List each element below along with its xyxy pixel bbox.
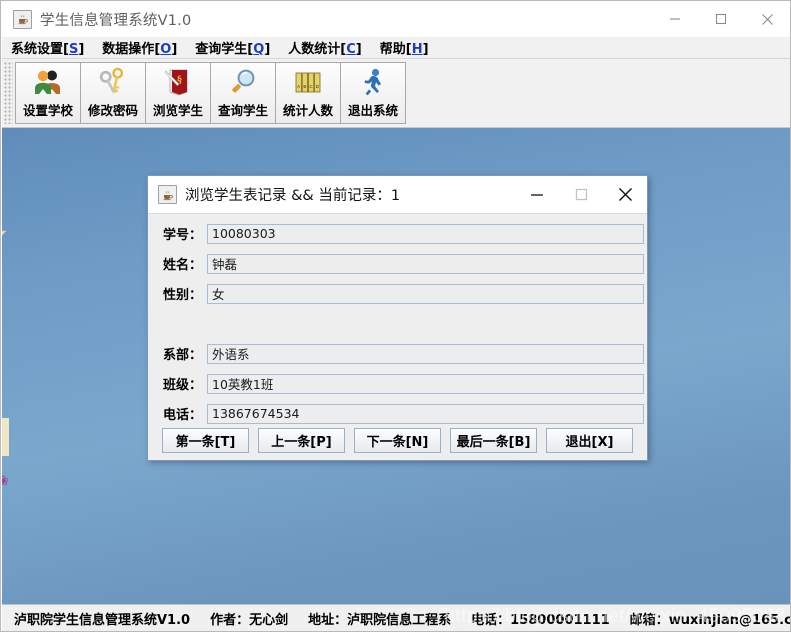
minimize-button[interactable] xyxy=(652,1,698,37)
menu-mnemonic: S xyxy=(68,42,79,57)
menu-label: 人数统计 xyxy=(288,42,341,57)
toolbar-button-set-school[interactable]: 设置学校 xyxy=(15,62,81,124)
last-record-button[interactable]: 最后一条[B] xyxy=(450,428,537,453)
field-row-gender: 性别： 女 xyxy=(148,283,647,304)
desktop-icon-partial xyxy=(2,418,9,456)
status-phone-label: 电话： xyxy=(471,613,511,628)
desktop-icon-partial: ❀ xyxy=(2,473,9,489)
student-id-input[interactable]: 10080303 xyxy=(207,223,644,244)
menu-bar: 系统设置[S] 数据操作[O] 查询学生[Q] 人数统计[C] 帮助[H] xyxy=(2,37,790,59)
menu-mnemonic: Q xyxy=(253,42,265,57)
status-phone: 15800001111 xyxy=(510,613,610,628)
toolbar-button-query-student[interactable]: 查询学生 xyxy=(210,62,276,124)
main-title-bar: 学生信息管理系统V1.0 xyxy=(1,1,790,37)
menu-mnemonic: C xyxy=(346,42,356,57)
status-bar-text: 泸职院学生信息管理系统V1.0 作者：无心剑 地址：泸职院信息工程系 电话：15800… xyxy=(14,609,790,628)
application-window: 学生信息管理系统V1.0 系统设置[S] 数据操作[O] 查询学生[Q] 人数统… xyxy=(0,0,791,632)
close-button[interactable] xyxy=(744,1,790,37)
menu-item-query-student[interactable]: 查询学生[Q] xyxy=(186,38,279,57)
status-app-name: 泸职院学生信息管理系统V1.0 xyxy=(14,613,191,628)
field-row-name: 姓名： 钟磊 xyxy=(148,253,647,274)
menu-label: 数据操作 xyxy=(102,42,155,57)
menu-mnemonic: O xyxy=(160,42,172,57)
status-bar: 泸职院学生信息管理系统V1.0 作者：无心剑 地址：泸职院信息工程系 电话：15800… xyxy=(2,604,790,631)
dialog-maximize-button xyxy=(559,176,603,214)
dialog-window-controls xyxy=(515,176,647,214)
status-author: 无心剑 xyxy=(249,613,289,628)
exit-dialog-button[interactable]: 退出[X] xyxy=(546,428,633,453)
svg-text:B: B xyxy=(303,84,306,89)
previous-record-button[interactable]: 上一条[P] xyxy=(258,428,345,453)
status-email: wuxinjian@165.com xyxy=(668,613,790,628)
toolbar-button-label: 退出系统 xyxy=(347,103,398,118)
field-row-phone: 电话： 13867674534 xyxy=(148,403,647,424)
dialog-minimize-button[interactable] xyxy=(515,176,559,214)
browse-student-dialog: 浏览学生表记录 && 当前记录：1 学号： 10080303 姓名： 钟磊 性别… xyxy=(147,175,648,461)
menu-item-count-statistics[interactable]: 人数统计[C] xyxy=(279,38,370,57)
status-author-label: 作者： xyxy=(210,613,250,628)
field-label: 学号： xyxy=(162,228,202,243)
toolbar-button-label: 修改密码 xyxy=(87,103,138,118)
magnifier-icon xyxy=(228,66,258,98)
gender-input[interactable]: 女 xyxy=(207,283,644,304)
java-coffee-cup-icon xyxy=(13,9,32,29)
two-users-icon xyxy=(33,66,63,98)
keys-icon xyxy=(98,66,128,98)
dialog-body: 学号： 10080303 姓名： 钟磊 性别： 女 系部： 外语系 班级： 10… xyxy=(148,214,647,460)
field-label: 电话： xyxy=(162,408,202,423)
menu-item-help[interactable]: 帮助[H] xyxy=(371,38,438,57)
menu-label: 帮助 xyxy=(379,42,406,57)
java-coffee-cup-icon xyxy=(158,185,177,204)
field-label: 班级： xyxy=(162,378,202,393)
desktop-icon-partial: ◤ xyxy=(2,228,6,241)
window-controls xyxy=(652,1,790,37)
toolbar-button-count-statistics[interactable]: A B C D 统计人数 xyxy=(275,62,341,124)
toolbar-button-label: 浏览学生 xyxy=(152,103,203,118)
field-label: 姓名： xyxy=(162,258,202,273)
field-label: 性别： xyxy=(162,288,202,303)
dialog-close-button[interactable] xyxy=(603,176,647,214)
first-record-button[interactable]: 第一条[T] xyxy=(162,428,249,453)
phone-input[interactable]: 13867674534 xyxy=(207,403,644,424)
dialog-button-row: 第一条[T] 上一条[P] 下一条[N] 最后一条[B] 退出[X] xyxy=(148,428,647,453)
red-book-quill-icon: § xyxy=(163,66,193,98)
toolbar-button-browse-student[interactable]: § 浏览学生 xyxy=(145,62,211,124)
dialog-title: 浏览学生表记录 && 当前记录：1 xyxy=(185,188,401,204)
field-row-student-id: 学号： 10080303 xyxy=(148,223,647,244)
status-address: 泸职院信息工程系 xyxy=(347,613,452,628)
menu-label: 查询学生 xyxy=(195,42,248,57)
toolbar-button-label: 统计人数 xyxy=(282,103,333,118)
status-address-label: 地址： xyxy=(308,613,348,628)
main-window-title: 学生信息管理系统V1.0 xyxy=(40,12,192,29)
field-label: 系部： xyxy=(162,348,202,363)
menu-label: 系统设置 xyxy=(11,42,64,57)
status-email-label: 邮箱： xyxy=(629,613,669,628)
field-row-class: 班级： 10英教1班 xyxy=(148,373,647,394)
books-abcd-icon: A B C D xyxy=(293,66,323,98)
toolbar-drag-handle[interactable] xyxy=(4,62,13,124)
running-person-icon xyxy=(358,66,388,98)
department-input[interactable]: 外语系 xyxy=(207,343,644,364)
field-row-department: 系部： 外语系 xyxy=(148,343,647,364)
menu-item-system-settings[interactable]: 系统设置[S] xyxy=(2,38,93,57)
dialog-title-bar: 浏览学生表记录 && 当前记录：1 xyxy=(148,176,647,214)
toolbar-button-change-password[interactable]: 修改密码 xyxy=(80,62,146,124)
menu-item-data-operations[interactable]: 数据操作[O] xyxy=(93,38,186,57)
toolbar-button-label: 查询学生 xyxy=(217,103,268,118)
toolbar-button-exit-system[interactable]: 退出系统 xyxy=(340,62,406,124)
next-record-button[interactable]: 下一条[N] xyxy=(354,428,441,453)
toolbar-button-label: 设置学校 xyxy=(22,103,73,118)
class-input[interactable]: 10英教1班 xyxy=(207,373,644,394)
toolbar: 设置学校 修改密码 § 浏览学生 查询学生 A B C D 统计人数 退出系统 xyxy=(2,59,790,128)
menu-mnemonic: H xyxy=(411,42,423,57)
name-input[interactable]: 钟磊 xyxy=(207,253,644,274)
maximize-button[interactable] xyxy=(698,1,744,37)
